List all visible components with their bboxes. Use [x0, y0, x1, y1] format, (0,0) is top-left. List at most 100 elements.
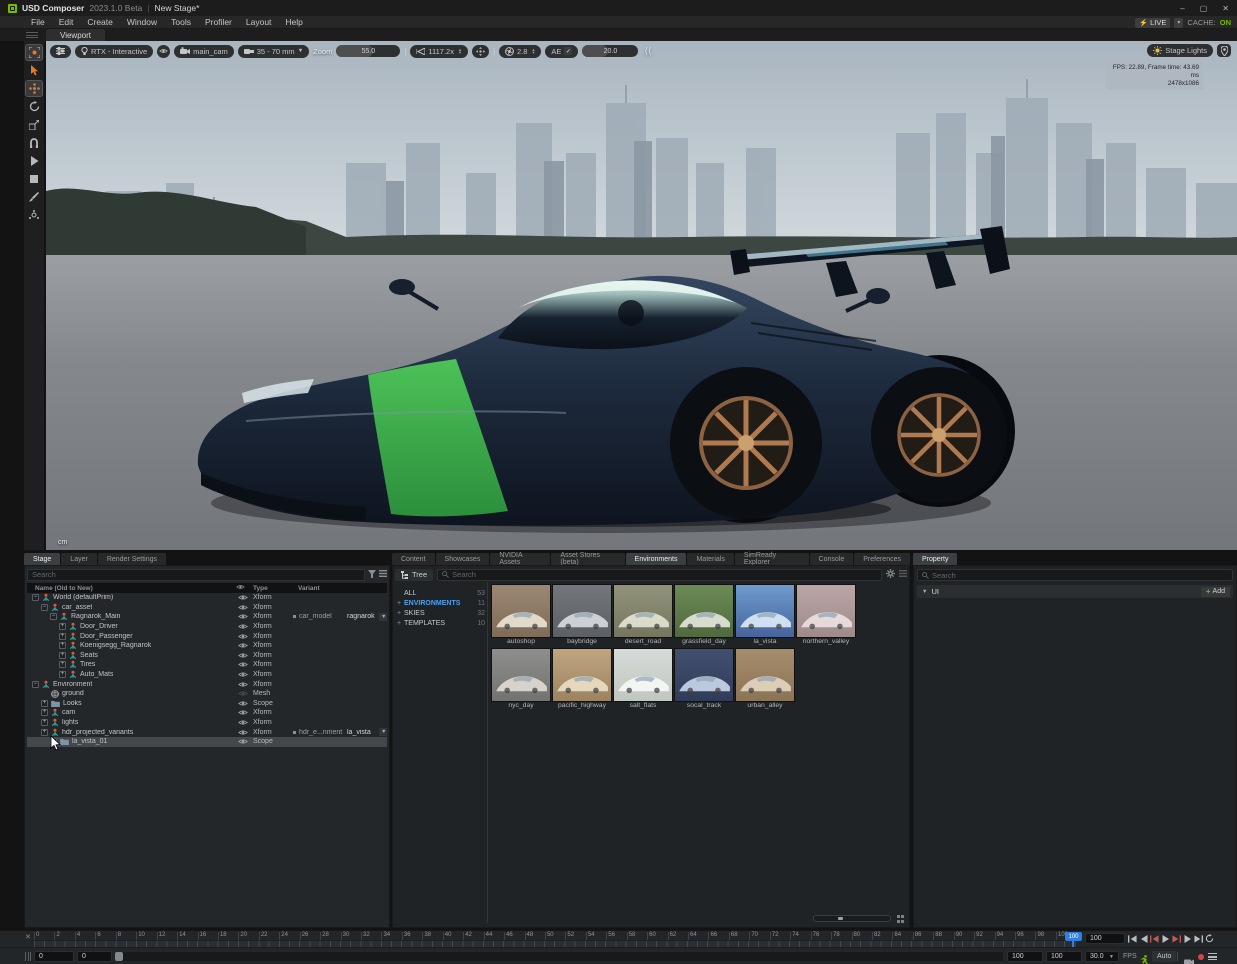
timeline-grip-icon[interactable] — [25, 952, 31, 961]
tab-environments[interactable]: Environments — [626, 553, 687, 565]
stage-row-environment[interactable]: − Environment Xform — [27, 679, 387, 689]
live-dropdown-caret[interactable]: ▾ — [1174, 18, 1183, 28]
spinner-arrows-icon[interactable]: ▲▼ — [458, 48, 462, 54]
tab-nvidia-assets[interactable]: NVIDIA Assets — [490, 553, 550, 565]
stage-row-seats[interactable]: + Seats Xform — [27, 651, 387, 661]
gear-icon[interactable] — [886, 569, 895, 580]
expander-icon[interactable]: + — [41, 709, 48, 716]
capture-camera-icon[interactable] — [1184, 953, 1194, 964]
visibility-eye-icon[interactable] — [238, 613, 248, 620]
menu-tools[interactable]: Tools — [164, 17, 198, 27]
light-pin-button[interactable] — [1217, 44, 1231, 57]
fps-select[interactable]: 30.0▼ — [1085, 951, 1119, 962]
pivot-tool-button[interactable] — [26, 207, 42, 222]
record-button[interactable] — [1198, 954, 1204, 960]
list-view-icon[interactable] — [899, 570, 907, 579]
camera-speed-control[interactable]: 1117.2x ▲▼ — [410, 45, 468, 58]
camera-select-button[interactable]: main_cam — [174, 45, 234, 58]
next-frame-button[interactable] — [1183, 933, 1192, 944]
visibility-eye-icon[interactable] — [238, 719, 248, 726]
timeline-playhead[interactable]: 100 — [1065, 932, 1082, 941]
stage-row-door-passenger[interactable]: + Door_Passenger Xform — [27, 631, 387, 641]
next-key-button[interactable] — [1172, 933, 1181, 944]
tab-viewport[interactable]: Viewport — [46, 29, 105, 41]
environment-item-autoshop[interactable]: autoshop — [491, 584, 551, 647]
menu-profiler[interactable]: Profiler — [198, 17, 239, 27]
snap-tool-button[interactable] — [26, 135, 42, 150]
visibility-eye-icon[interactable] — [238, 594, 248, 601]
filter-icon[interactable] — [368, 570, 376, 580]
expander-icon[interactable]: + — [59, 652, 66, 659]
content-search-input[interactable] — [452, 570, 877, 579]
tab-layer[interactable]: Layer — [61, 553, 97, 565]
tab-materials[interactable]: Materials — [687, 553, 733, 565]
timeline-close-icon[interactable]: ✕ — [25, 933, 31, 941]
category-skies[interactable]: + SKIES 32 — [397, 608, 485, 618]
dock-grip-icon[interactable] — [26, 32, 38, 38]
auto-key-button[interactable]: Auto — [1152, 951, 1176, 962]
visibility-eye-icon[interactable] — [238, 681, 248, 688]
menu-edit[interactable]: Edit — [52, 17, 81, 27]
expander-icon[interactable]: − — [32, 681, 39, 688]
timeline-scrollbar[interactable] — [115, 952, 1003, 961]
stage-row-auto-mats[interactable]: + Auto_Mats Xform — [27, 670, 387, 680]
visibility-eye-icon[interactable] — [238, 690, 248, 697]
stage-lights-button[interactable]: Stage Lights — [1147, 44, 1213, 57]
thumbnail-size-slider[interactable] — [813, 915, 891, 922]
menu-help[interactable]: Help — [278, 17, 309, 27]
frame-select-tool-button[interactable] — [26, 45, 42, 60]
environment-item-pacific_highway[interactable]: pacific_highway — [552, 648, 612, 711]
visibility-eye-icon[interactable] — [238, 700, 248, 707]
viewport[interactable]: RTX - Interactive main_cam 35 - 70 mm ▼ … — [46, 41, 1237, 550]
maximize-button[interactable]: ▢ — [1200, 4, 1208, 13]
environment-item-nyc_day[interactable]: nyc_day — [491, 648, 551, 711]
visibility-eye-icon[interactable] — [238, 709, 248, 716]
visibility-eye-icon[interactable] — [238, 652, 248, 659]
renderer-button[interactable]: RTX - Interactive — [75, 45, 153, 58]
timeline-menu-icon[interactable] — [1208, 953, 1217, 960]
live-update-icon[interactable] — [1141, 952, 1149, 964]
menu-window[interactable]: Window — [120, 17, 164, 27]
aperture-control[interactable]: 2.8 ▲▼ — [499, 45, 541, 58]
auto-exposure-toggle[interactable]: AE ✓ — [545, 45, 578, 58]
visibility-eye-icon[interactable] — [238, 671, 248, 678]
stage-row-world-defaultprim-[interactable]: − World (defaultPrim) Xform — [27, 593, 387, 603]
menu-create[interactable]: Create — [80, 17, 120, 27]
category-all[interactable]: ALL 53 — [397, 588, 485, 598]
tab-console[interactable]: Console — [810, 553, 854, 565]
live-button[interactable]: ⚡ LIVE — [1135, 18, 1170, 28]
environment-item-baybridge[interactable]: baybridge — [552, 584, 612, 647]
menu-file[interactable]: File — [24, 17, 52, 27]
tab-property[interactable]: Property — [913, 553, 957, 565]
timeline-scrollbar-handle[interactable] — [115, 952, 123, 961]
expander-icon[interactable]: + — [59, 642, 66, 649]
environment-item-grassfield_day[interactable]: grassfield_day — [674, 584, 734, 647]
viewport-settings-button[interactable] — [50, 45, 71, 58]
grid-view-icon[interactable] — [897, 915, 905, 923]
tab-preferences[interactable]: Preferences — [854, 553, 910, 565]
jump-end-button[interactable] — [1194, 933, 1203, 944]
stage-row-door-driver[interactable]: + Door_Driver Xform — [27, 622, 387, 632]
stage-row-cam[interactable]: + cam Xform — [27, 708, 387, 718]
expander-icon[interactable]: + — [59, 671, 66, 678]
visibility-eye-icon[interactable] — [238, 642, 248, 649]
close-button[interactable]: ✕ — [1222, 4, 1229, 13]
stage-row-tires[interactable]: + Tires Xform — [27, 660, 387, 670]
tab-render-settings[interactable]: Render Settings — [98, 553, 166, 565]
expander-icon[interactable]: + — [41, 700, 48, 707]
rotate-tool-button[interactable] — [26, 99, 42, 114]
environment-item-salt_flats[interactable]: salt_flats — [613, 648, 673, 711]
visibility-eye-icon[interactable] — [238, 623, 248, 630]
toolbar-collapse-button[interactable]: ⟨⟨ — [644, 46, 651, 57]
expander-icon[interactable]: + — [41, 719, 48, 726]
expander-icon[interactable]: − — [32, 594, 39, 601]
scale-tool-button[interactable] — [26, 117, 42, 132]
move-tool-button[interactable] — [26, 81, 42, 96]
environment-item-socal_track[interactable]: socal_track — [674, 648, 734, 711]
navigation-move-button[interactable] — [472, 45, 489, 58]
add-property-button[interactable]: + Add — [1201, 587, 1230, 597]
stage-row-ragnarok-main[interactable]: − Ragnarok_Main Xform car_modelragnarok▼ — [27, 612, 387, 622]
menu-layout[interactable]: Layout — [239, 17, 279, 27]
expander-icon[interactable]: − — [41, 604, 48, 611]
stage-row-koenigsegg-ragnarok[interactable]: + Koenigsegg_Ragnarok Xform — [27, 641, 387, 651]
